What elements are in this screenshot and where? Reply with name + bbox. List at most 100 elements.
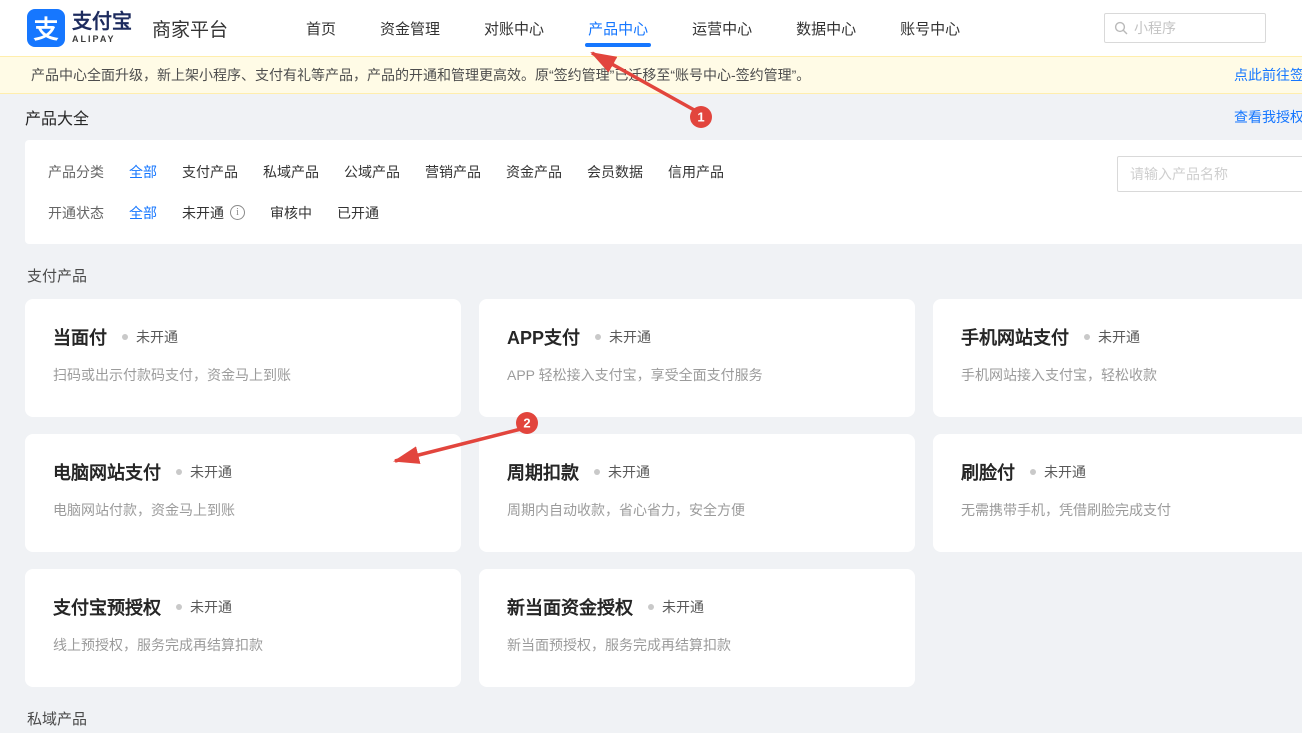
- brand-name-en: ALIPAY: [72, 35, 132, 44]
- card-head: 刷脸付 未开通: [961, 459, 1302, 485]
- category-option-public[interactable]: 公域产品: [344, 162, 400, 182]
- product-desc: 扫码或出示付款码支付，资金马上到账: [53, 365, 433, 385]
- info-icon[interactable]: i: [230, 205, 245, 220]
- product-card-recurring-debit[interactable]: 周期扣款 未开通 周期内自动收款，省心省力，安全方便: [479, 434, 915, 552]
- product-status: 未开通: [1084, 327, 1140, 347]
- product-name: 手机网站支付: [961, 324, 1069, 350]
- filter-panel: 产品分类 全部 支付产品 私域产品 公域产品 营销产品 资金产品 会员数据 信用…: [25, 140, 1302, 244]
- status-option-not-opened[interactable]: 未开通 i: [182, 203, 245, 223]
- product-desc: 周期内自动收款，省心省力，安全方便: [507, 500, 887, 520]
- card-head: 手机网站支付 未开通: [961, 324, 1302, 350]
- product-desc: 无需携带手机，凭借刷脸完成支付: [961, 500, 1302, 520]
- card-head: 周期扣款 未开通: [507, 459, 887, 485]
- view-authorized-link[interactable]: 查看我授权的: [1234, 107, 1302, 127]
- status-filter-label: 开通状态: [48, 203, 104, 223]
- product-status: 未开通: [1030, 462, 1086, 482]
- product-name: 新当面资金授权: [507, 594, 633, 620]
- category-option-member-data[interactable]: 会员数据: [587, 162, 643, 182]
- product-desc: 新当面预授权，服务完成再结算扣款: [507, 635, 887, 655]
- product-name: 周期扣款: [507, 459, 579, 485]
- page-title: 产品大全: [25, 105, 89, 129]
- category-filter-label: 产品分类: [48, 162, 104, 182]
- category-option-credit[interactable]: 信用产品: [668, 162, 724, 182]
- status-dot-icon: [648, 604, 654, 610]
- product-card-app-pay[interactable]: APP支付 未开通 APP 轻松接入支付宝，享受全面支付服务: [479, 299, 915, 417]
- category-option-private[interactable]: 私域产品: [263, 162, 319, 182]
- product-desc: 电脑网站付款，资金马上到账: [53, 500, 433, 520]
- status-option-in-review[interactable]: 审核中: [270, 203, 312, 223]
- main-nav: 首页 资金管理 对账中心 产品中心 运营中心 数据中心 账号中心: [284, 0, 982, 56]
- top-header: 支 支付宝 ALIPAY 商家平台 首页 资金管理 对账中心 产品中心 运营中心…: [0, 0, 1302, 56]
- card-head: 新当面资金授权 未开通: [507, 594, 887, 620]
- product-wall-header: 产品大全 查看我授权的: [0, 94, 1302, 140]
- upgrade-notice-banner: 产品中心全面升级，新上架小程序、支付有礼等产品，产品的开通和管理更高效。原“签约…: [0, 56, 1302, 94]
- status-dot-icon: [594, 469, 600, 475]
- status-dot-icon: [122, 334, 128, 340]
- product-desc: 手机网站接入支付宝，轻松收款: [961, 365, 1302, 385]
- card-head: 支付宝预授权 未开通: [53, 594, 433, 620]
- product-name: 当面付: [53, 324, 107, 350]
- category-option-payment[interactable]: 支付产品: [182, 162, 238, 182]
- product-name: APP支付: [507, 324, 580, 350]
- header-search-box[interactable]: [1104, 13, 1266, 43]
- product-status: 未开通: [595, 327, 651, 347]
- status-text: 未开通: [1098, 327, 1140, 347]
- nav-item-account[interactable]: 账号中心: [878, 0, 982, 56]
- search-icon: [1114, 21, 1128, 35]
- alipay-logo-icon: 支: [27, 9, 65, 47]
- card-head: APP支付 未开通: [507, 324, 887, 350]
- category-filter-row: 产品分类 全部 支付产品 私域产品 公域产品 营销产品 资金产品 会员数据 信用…: [48, 156, 1302, 187]
- nav-item-data-center[interactable]: 数据中心: [774, 0, 878, 56]
- product-card-pc-web-pay[interactable]: 电脑网站支付 未开通 电脑网站付款，资金马上到账: [25, 434, 461, 552]
- status-option-all[interactable]: 全部: [129, 203, 157, 223]
- product-card-mobile-web-pay[interactable]: 手机网站支付 未开通 手机网站接入支付宝，轻松收款: [933, 299, 1302, 417]
- product-name-search-input[interactable]: [1117, 156, 1302, 192]
- status-text: 未开通: [609, 327, 651, 347]
- section-title-private-products: 私域产品: [27, 708, 1302, 729]
- status-dot-icon: [176, 469, 182, 475]
- product-card-new-f2f-fund-auth[interactable]: 新当面资金授权 未开通 新当面预授权，服务完成再结算扣款: [479, 569, 915, 687]
- status-text: 未开通: [1044, 462, 1086, 482]
- card-head: 当面付 未开通: [53, 324, 433, 350]
- platform-title: 商家平台: [152, 15, 228, 42]
- header-search-input[interactable]: [1134, 20, 1244, 36]
- status-dot-icon: [176, 604, 182, 610]
- product-card-pre-auth[interactable]: 支付宝预授权 未开通 线上预授权，服务完成再结算扣款: [25, 569, 461, 687]
- product-status: 未开通: [122, 327, 178, 347]
- status-text: 未开通: [608, 462, 650, 482]
- product-status: 未开通: [594, 462, 650, 482]
- product-card-grid: 当面付 未开通 扫码或出示付款码支付，资金马上到账 APP支付 未开通 APP …: [25, 299, 1302, 687]
- banner-text: 产品中心全面升级，新上架小程序、支付有礼等产品，产品的开通和管理更高效。原“签约…: [31, 65, 810, 85]
- section-title-payment-products: 支付产品: [27, 265, 1302, 286]
- card-head: 电脑网站支付 未开通: [53, 459, 433, 485]
- status-text: 未开通: [662, 597, 704, 617]
- nav-item-home[interactable]: 首页: [284, 0, 358, 56]
- status-dot-icon: [1030, 469, 1036, 475]
- product-name: 刷脸付: [961, 459, 1015, 485]
- status-filter-row: 开通状态 全部 未开通 i 审核中 已开通: [48, 197, 1302, 228]
- banner-go-link[interactable]: 点此前往签约: [1234, 65, 1302, 85]
- product-desc: APP 轻松接入支付宝，享受全面支付服务: [507, 365, 887, 385]
- status-text: 未开通: [136, 327, 178, 347]
- nav-item-operation[interactable]: 运营中心: [670, 0, 774, 56]
- product-card-face-to-face-pay[interactable]: 当面付 未开通 扫码或出示付款码支付，资金马上到账: [25, 299, 461, 417]
- nav-item-reconciliation[interactable]: 对账中心: [462, 0, 566, 56]
- status-option-opened[interactable]: 已开通: [337, 203, 379, 223]
- status-option-not-opened-label: 未开通: [182, 203, 224, 223]
- brand-name-cn: 支付宝: [72, 12, 132, 32]
- product-name: 支付宝预授权: [53, 594, 161, 620]
- status-dot-icon: [595, 334, 601, 340]
- category-option-funds[interactable]: 资金产品: [506, 162, 562, 182]
- product-status: 未开通: [176, 597, 232, 617]
- status-text: 未开通: [190, 597, 232, 617]
- nav-item-product-center[interactable]: 产品中心: [566, 0, 670, 56]
- category-option-all[interactable]: 全部: [129, 162, 157, 182]
- product-status: 未开通: [176, 462, 232, 482]
- category-option-marketing[interactable]: 营销产品: [425, 162, 481, 182]
- brand-text: 支付宝 ALIPAY: [72, 12, 132, 44]
- product-card-face-pay[interactable]: 刷脸付 未开通 无需携带手机，凭借刷脸完成支付: [933, 434, 1302, 552]
- status-text: 未开通: [190, 462, 232, 482]
- alipay-logo[interactable]: 支 支付宝 ALIPAY: [27, 9, 132, 47]
- status-dot-icon: [1084, 334, 1090, 340]
- nav-item-funds[interactable]: 资金管理: [358, 0, 462, 56]
